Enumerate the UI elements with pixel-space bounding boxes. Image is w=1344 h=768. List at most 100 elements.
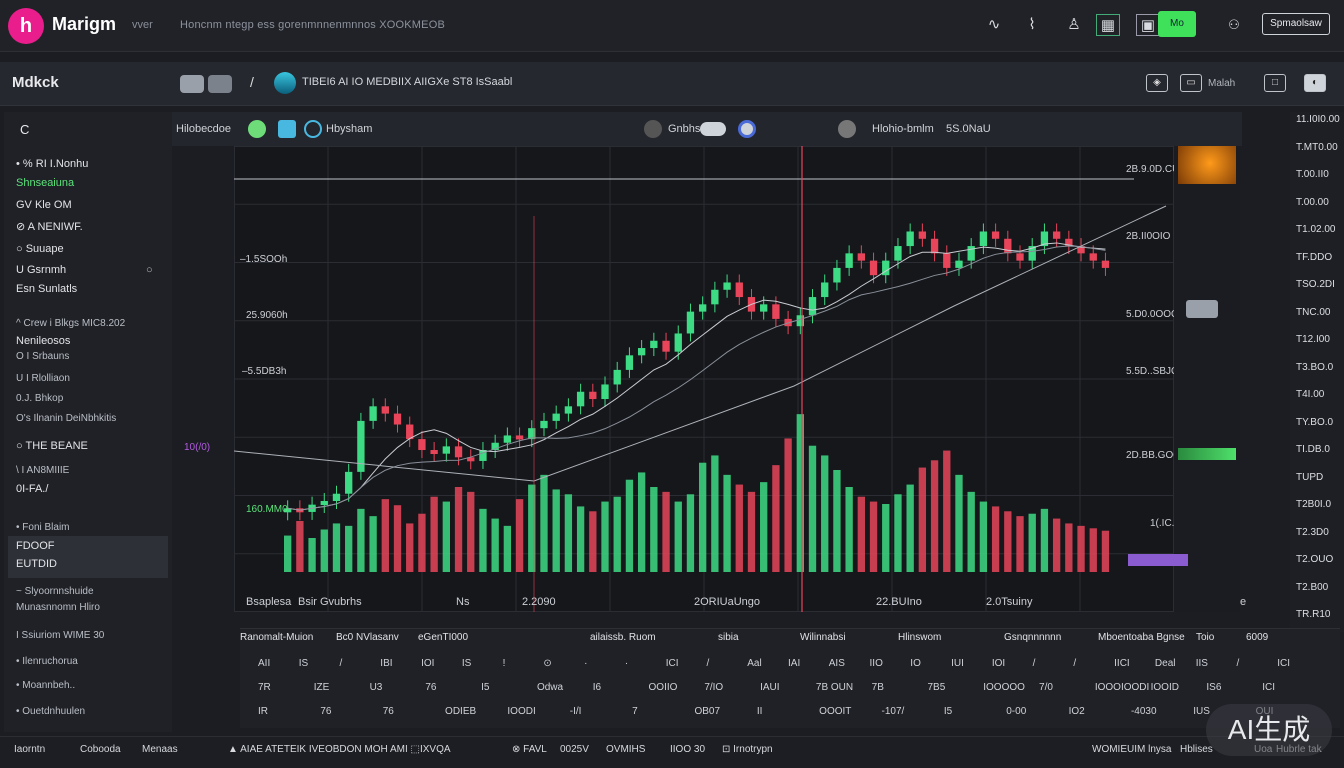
status-item[interactable]: IIOO 30: [670, 744, 705, 755]
table-cell[interactable]: ⊙: [543, 658, 551, 669]
table-cell[interactable]: /: [1073, 658, 1076, 669]
top-nav-links[interactable]: Honcnm ntegp ess gorenmnnenmnnos XOOKMEO…: [180, 19, 445, 31]
table-cell[interactable]: ·: [625, 658, 628, 669]
table-cell[interactable]: IIS: [1196, 658, 1208, 669]
sidebar-item[interactable]: ~ Slyoornnshuide: [16, 586, 94, 597]
sidebar-item[interactable]: Munasnnomn Hliro: [16, 602, 100, 613]
table-cell[interactable]: IS6: [1206, 682, 1221, 693]
status-item[interactable]: ▲ AIAE ATETEIK IVEOBDON MOH AMI ⬚IXVQA: [228, 744, 451, 755]
pen-icon[interactable]: /: [250, 74, 254, 90]
maximize-icon[interactable]: □: [1264, 74, 1286, 92]
sidebar-item[interactable]: O's Ilnanin DeiNbhkitis: [16, 413, 116, 424]
table-cell[interactable]: 0-00: [1006, 706, 1026, 717]
table-cell[interactable]: 76: [320, 706, 331, 717]
sidebar-item[interactable]: ○ THE BEANE: [16, 440, 88, 452]
table-cell[interactable]: IAUI: [760, 682, 779, 693]
table-cell[interactable]: /: [340, 658, 343, 669]
sidebar-item[interactable]: ○ Suuape: [16, 243, 64, 255]
play-icon[interactable]: [248, 120, 266, 138]
sidebar-item[interactable]: 0I-FA./: [16, 483, 48, 495]
table-cell[interactable]: IIO: [870, 658, 883, 669]
table-cell[interactable]: IS: [299, 658, 308, 669]
people-icon[interactable]: ⚇: [1222, 14, 1246, 36]
table-cell[interactable]: 7R: [258, 682, 271, 693]
table-cell[interactable]: Odwa: [537, 682, 563, 693]
table-cell[interactable]: -107/: [882, 706, 905, 717]
grid-icon[interactable]: ▦: [1096, 14, 1120, 36]
sidebar-item[interactable]: EUTDID: [16, 558, 57, 570]
table-cell[interactable]: 7B OUN: [816, 682, 853, 693]
table-cell[interactable]: IOODI: [507, 706, 535, 717]
table-cell[interactable]: 7B5: [927, 682, 945, 693]
table-cell[interactable]: ICI: [666, 658, 679, 669]
status-item[interactable]: Iaorntn: [14, 744, 45, 755]
status-item[interactable]: OVMIHS: [606, 744, 645, 755]
table-cell[interactable]: AIS: [829, 658, 845, 669]
table-cell[interactable]: IICI: [1114, 658, 1130, 669]
table-cell[interactable]: IR: [258, 706, 268, 717]
table-header[interactable]: Ranomalt-Muion: [240, 632, 313, 643]
table-cell[interactable]: IOOOIOODI: [1095, 682, 1149, 693]
table-cell[interactable]: !: [503, 658, 506, 669]
ring-icon[interactable]: [304, 120, 322, 138]
table-cell[interactable]: /: [1236, 658, 1239, 669]
table-cell[interactable]: II: [757, 706, 763, 717]
toggle-pill-2[interactable]: [208, 75, 232, 93]
sidebar-item[interactable]: O I Srbauns: [16, 351, 69, 362]
table-cell[interactable]: 7B: [872, 682, 884, 693]
table-cell[interactable]: IO: [910, 658, 921, 669]
table-header[interactable]: Hlinswom: [898, 632, 941, 643]
sidebar-item[interactable]: U Gsrnmh: [16, 264, 66, 276]
table-cell[interactable]: IAI: [788, 658, 800, 669]
window-icon[interactable]: ▭: [1180, 74, 1202, 92]
table-cell[interactable]: OB07: [694, 706, 720, 717]
table-cell[interactable]: I6: [593, 682, 601, 693]
status-item[interactable]: Cobooda: [80, 744, 121, 755]
rail-tool-icon[interactable]: [1186, 300, 1218, 318]
sidebar-item[interactable]: • Ilenruchorua: [16, 656, 78, 667]
app-logo[interactable]: h: [8, 8, 44, 44]
image-icon[interactable]: ▣: [1136, 14, 1160, 36]
sidebar-item[interactable]: FDOOF: [16, 540, 55, 552]
circle-icon[interactable]: ○: [146, 264, 153, 276]
toggle-pill[interactable]: [180, 75, 204, 93]
table-cell[interactable]: OOOIT: [819, 706, 851, 717]
table-header[interactable]: ailaissb. Ruom: [590, 632, 656, 643]
sidebar-item[interactable]: ⊘ A NENIWF.: [16, 220, 83, 233]
table-header[interactable]: sibia: [718, 632, 739, 643]
sidebar-item[interactable]: Esn Sunlatls: [16, 283, 77, 295]
green-action-button[interactable]: Mo: [1158, 11, 1196, 37]
table-cell[interactable]: IOI: [992, 658, 1005, 669]
status-item[interactable]: Menaas: [142, 744, 178, 755]
sidebar-item[interactable]: I Ssiuriom WIME 30: [16, 630, 104, 641]
sidebar-item[interactable]: 0.J. Bhkop: [16, 393, 63, 404]
table-header[interactable]: Gsnqnnnnnn: [1004, 632, 1061, 643]
status-item-right[interactable]: Hblises: [1180, 744, 1213, 755]
table-cell[interactable]: /: [1033, 658, 1036, 669]
table-header[interactable]: Mboentoaba Bgnse: [1098, 632, 1185, 643]
table-cell[interactable]: Aal: [747, 658, 761, 669]
sidebar-item[interactable]: Nenileosos: [16, 335, 70, 347]
table-cell[interactable]: IOOOOO: [983, 682, 1025, 693]
table-cell[interactable]: ICI: [1262, 682, 1275, 693]
table-cell[interactable]: AII: [258, 658, 270, 669]
sidebar-item[interactable]: U I Rlolliaon: [16, 373, 70, 384]
chart-icon[interactable]: ⌇: [1020, 14, 1044, 36]
shield-icon[interactable]: ◈: [1146, 74, 1168, 92]
table-cell[interactable]: I5: [481, 682, 489, 693]
table-cell[interactable]: IOOID: [1151, 682, 1179, 693]
globe-icon[interactable]: [738, 120, 756, 138]
status-item-right[interactable]: WOMIEUIM lnysa: [1092, 744, 1171, 755]
table-header[interactable]: 6009: [1246, 632, 1268, 643]
table-cell[interactable]: 7/0: [1039, 682, 1053, 693]
table-cell[interactable]: Deal: [1155, 658, 1176, 669]
table-cell[interactable]: U3: [370, 682, 383, 693]
square-icon[interactable]: [278, 120, 296, 138]
table-cell[interactable]: IO2: [1069, 706, 1085, 717]
table-cell[interactable]: IUS: [1193, 706, 1210, 717]
sidebar-item[interactable]: • Ouetdnhuulen: [16, 706, 85, 717]
user-icon[interactable]: ♙: [1062, 14, 1086, 36]
table-cell[interactable]: 76: [383, 706, 394, 717]
table-cell[interactable]: ·: [584, 658, 587, 669]
table-header[interactable]: eGenTI000: [418, 632, 468, 643]
